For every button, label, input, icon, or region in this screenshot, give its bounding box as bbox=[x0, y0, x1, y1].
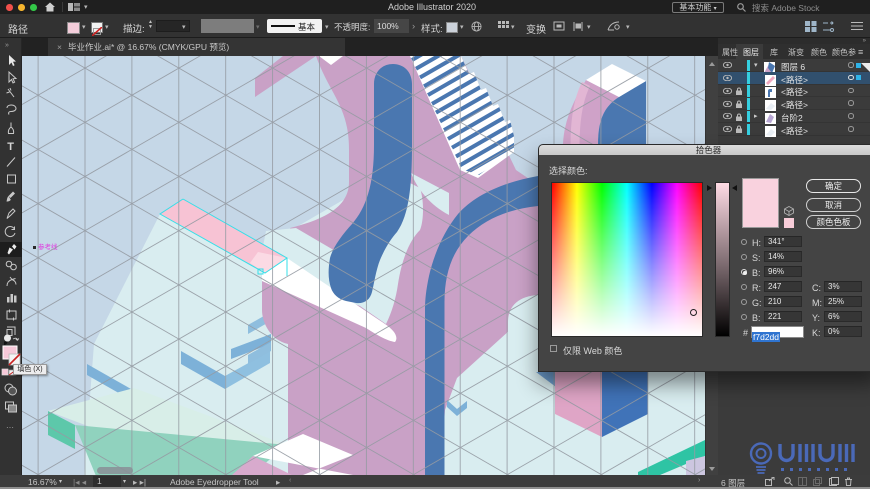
svg-text:»: » bbox=[5, 42, 9, 49]
svg-text:参考线: 参考线 bbox=[38, 242, 58, 251]
svg-text:T: T bbox=[7, 141, 14, 153]
svg-text:⋯: ⋯ bbox=[6, 423, 14, 432]
